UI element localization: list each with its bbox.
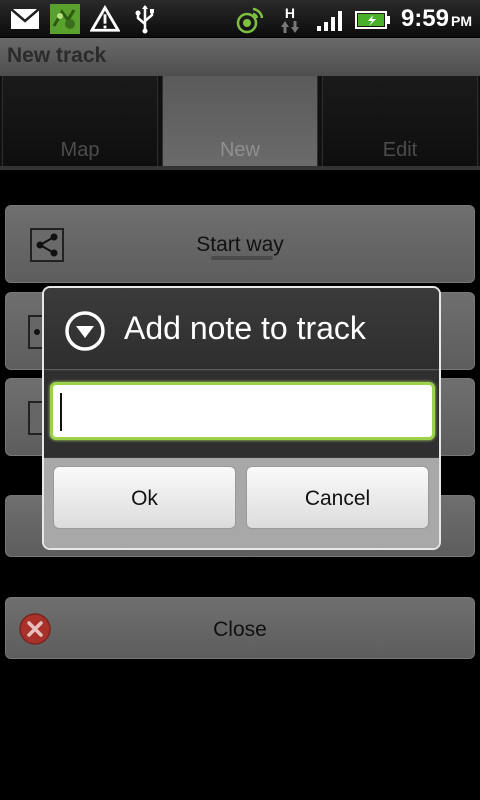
start-way-label: Start way [196, 233, 284, 256]
tab-map[interactable]: Map [2, 76, 158, 168]
dialog-button-bar: Ok Cancel [44, 458, 439, 548]
tab-label: Map [60, 139, 100, 161]
gps-icon [235, 5, 265, 35]
text-caret [60, 393, 62, 431]
page-title: New track [7, 44, 107, 67]
tab-new[interactable]: New [162, 76, 318, 168]
dialog-body [44, 371, 439, 457]
app-logo-icon [50, 4, 80, 34]
tab-edit[interactable]: Edit [322, 76, 478, 168]
dialog-title: Add note to track [124, 310, 366, 346]
tab-label: Edit [382, 139, 418, 161]
tab-divider [0, 166, 480, 170]
tab-label: New [219, 139, 260, 161]
note-input[interactable] [50, 382, 435, 440]
ok-button[interactable]: Ok [53, 466, 236, 529]
tab-bar: Map New Edit [0, 76, 480, 168]
network-h-icon: H [275, 5, 305, 35]
status-bar: H 9:59 PM [0, 0, 480, 38]
warning-icon [90, 4, 120, 34]
title-bar: New track [0, 38, 480, 76]
mail-icon [10, 4, 40, 34]
start-way-button[interactable]: Start way [5, 205, 475, 283]
add-note-dialog: Add note to track Ok Cancel [42, 286, 441, 550]
cancel-button[interactable]: Cancel [246, 466, 429, 529]
usb-icon [130, 4, 160, 34]
close-label: Close [213, 618, 267, 641]
underline [211, 256, 273, 260]
clock: 9:59 PM [400, 5, 472, 32]
ok-label: Ok [131, 487, 158, 510]
signal-icon [315, 5, 345, 35]
battery-icon [354, 5, 391, 35]
dialog-header: Add note to track [44, 288, 439, 370]
dropdown-circle-icon [64, 310, 106, 352]
close-button[interactable]: Close [5, 597, 475, 659]
cancel-label: Cancel [304, 487, 371, 510]
